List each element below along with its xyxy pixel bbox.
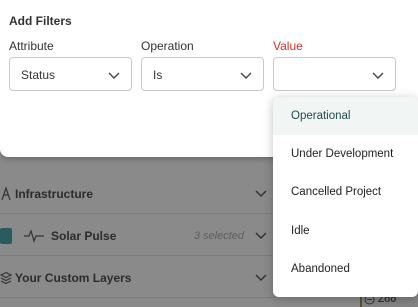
value-dropdown-menu: Operational Under Development Cancelled … bbox=[273, 97, 418, 297]
layer-row-custom-layers[interactable]: Your Custom Layers bbox=[0, 258, 276, 298]
chevron-down-icon bbox=[108, 72, 120, 79]
value-select[interactable] bbox=[273, 57, 396, 91]
dropdown-option-under-development[interactable]: Under Development bbox=[273, 135, 418, 173]
operation-label: Operation bbox=[141, 39, 194, 53]
operation-select[interactable]: Is bbox=[141, 57, 264, 91]
dropdown-option-abandoned[interactable]: Abandoned bbox=[273, 250, 418, 288]
value-label: Value bbox=[273, 39, 303, 53]
layer-panel: Infrastructure Solar Pulse 3 selected Yo… bbox=[0, 150, 280, 307]
attribute-value: Status bbox=[21, 68, 56, 82]
chevron-down-icon bbox=[240, 72, 252, 79]
layer-label: Your Custom Layers bbox=[15, 270, 132, 285]
dropdown-option-cancelled-project[interactable]: Cancelled Project bbox=[273, 173, 418, 211]
operation-value: Is bbox=[153, 68, 163, 82]
pulse-icon bbox=[24, 229, 44, 243]
layer-label: Solar Pulse bbox=[51, 228, 117, 243]
chevron-down-icon bbox=[372, 72, 384, 79]
selected-count: 3 selected bbox=[193, 229, 244, 242]
attribute-label: Attribute bbox=[9, 39, 54, 53]
chevron-down-icon[interactable] bbox=[254, 270, 268, 284]
attribute-select[interactable]: Status bbox=[9, 57, 132, 91]
panel-title: Add Filters bbox=[9, 14, 72, 28]
chevron-down-icon[interactable] bbox=[254, 186, 268, 200]
layers-icon bbox=[0, 271, 12, 285]
dropdown-option-idle[interactable]: Idle bbox=[273, 212, 418, 250]
chevron-down-icon[interactable] bbox=[254, 228, 268, 242]
layer-row-infrastructure[interactable]: Infrastructure bbox=[0, 174, 276, 214]
layer-checkbox[interactable] bbox=[0, 228, 12, 244]
dropdown-option-operational[interactable]: Operational bbox=[273, 97, 418, 135]
layer-label: Infrastructure bbox=[15, 186, 94, 201]
layer-row-solar-pulse[interactable]: Solar Pulse 3 selected bbox=[0, 216, 276, 256]
infrastructure-icon bbox=[1, 187, 11, 201]
